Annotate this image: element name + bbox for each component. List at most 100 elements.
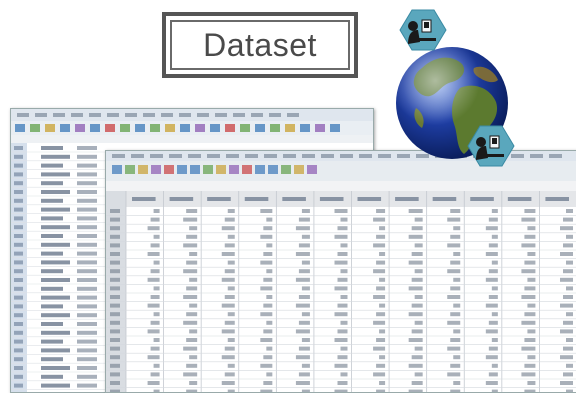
toolbar-icon	[30, 124, 40, 132]
cell-value	[414, 243, 423, 248]
cell-value	[453, 355, 461, 360]
cell-value	[411, 381, 423, 385]
cell-value	[527, 252, 536, 256]
cell-value	[227, 260, 235, 265]
cell-value	[491, 363, 498, 368]
cell-value	[186, 338, 198, 342]
cell-value	[488, 295, 498, 299]
cell-value	[414, 269, 423, 274]
cell-value	[189, 226, 198, 231]
toolbar-icon	[281, 165, 291, 174]
cell-value	[183, 295, 198, 299]
cell-value	[301, 234, 310, 239]
cell-value	[485, 381, 498, 385]
cell-value	[263, 226, 273, 231]
cell-value	[560, 329, 573, 334]
cell-value	[447, 346, 461, 351]
cell-value	[447, 217, 461, 222]
cell-value	[491, 234, 498, 239]
cell-value	[186, 260, 198, 265]
cell-value	[221, 303, 235, 308]
cell-value	[334, 234, 348, 239]
cell-value	[450, 260, 461, 265]
cell-value	[566, 234, 573, 239]
cell-value	[298, 217, 310, 222]
cell-value	[150, 295, 160, 299]
cell-value	[337, 226, 348, 231]
researcher-computer-icon	[399, 9, 447, 51]
cell-value	[260, 234, 273, 239]
cell-value	[450, 209, 461, 213]
cell-value	[414, 217, 423, 222]
cell-value	[527, 277, 536, 282]
cell-value	[524, 286, 536, 291]
cell-value	[150, 320, 160, 325]
cell-value	[488, 243, 498, 248]
cell-value	[491, 312, 498, 317]
cell-value	[560, 226, 573, 231]
cell-value	[221, 355, 235, 360]
cell-value	[376, 260, 386, 265]
cell-value	[376, 312, 386, 317]
cell-value	[560, 303, 573, 308]
cell-value	[224, 295, 235, 299]
cell-value	[408, 209, 423, 213]
cell-value	[447, 243, 461, 248]
cell-value	[298, 346, 310, 351]
column-header	[282, 197, 306, 201]
cell-value	[563, 269, 573, 274]
cell-value	[298, 243, 310, 248]
cell-value	[147, 355, 160, 360]
cell-value	[379, 381, 386, 385]
cell-value	[414, 320, 423, 325]
cell-value	[334, 260, 348, 265]
toolbar-icon	[138, 165, 148, 174]
cell-value	[379, 226, 386, 231]
cell-value	[411, 329, 423, 334]
column-header	[319, 197, 344, 201]
toolbar-icon	[300, 124, 310, 132]
toolbar-icon	[255, 124, 265, 132]
cell-value	[447, 295, 461, 299]
toolbar-icon	[190, 165, 200, 174]
cell-value	[563, 346, 573, 351]
cell-value	[295, 277, 310, 282]
cell-value	[260, 312, 273, 317]
cell-value	[566, 209, 573, 213]
cell-value	[340, 243, 348, 248]
toolbar-icon	[294, 165, 304, 174]
cell-value	[521, 320, 536, 325]
column-header	[545, 197, 569, 201]
column-header	[470, 197, 494, 201]
cell-value	[227, 312, 235, 317]
cell-value	[373, 346, 386, 351]
dataset-title: Dataset	[203, 26, 317, 63]
cell-value	[150, 217, 160, 222]
cell-value	[450, 363, 461, 368]
cell-value	[260, 286, 273, 291]
cell-value	[147, 277, 160, 282]
cell-value	[186, 312, 198, 317]
toolbar-icon	[240, 124, 250, 132]
cell-value	[373, 320, 386, 325]
cell-value	[485, 226, 498, 231]
cell-value	[408, 363, 423, 368]
cell-value	[376, 234, 386, 239]
cell-value	[183, 269, 198, 274]
cell-value	[298, 295, 310, 299]
cell-value	[337, 381, 348, 385]
cell-value	[266, 320, 273, 325]
cell-value	[379, 252, 386, 256]
cell-value	[147, 329, 160, 334]
cell-value	[521, 372, 536, 377]
cell-value	[334, 312, 348, 317]
front-spreadsheet-window	[105, 150, 576, 393]
column-header	[132, 197, 156, 201]
cell-value	[563, 372, 573, 377]
cell-value	[411, 355, 423, 360]
cell-value	[527, 355, 536, 360]
cell-value	[295, 381, 310, 385]
cell-value	[560, 277, 573, 282]
cell-value	[524, 209, 536, 213]
cell-value	[301, 286, 310, 291]
